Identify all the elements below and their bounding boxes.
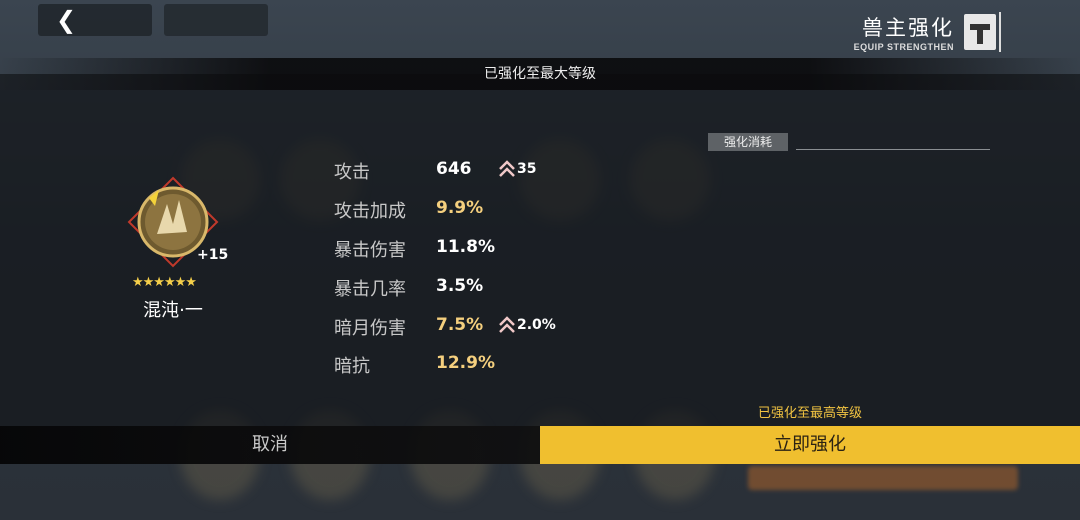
- cost-label: 强化消耗: [708, 133, 788, 151]
- chevron-left-icon[interactable]: ❮: [56, 6, 76, 34]
- page-subtitle: EQUIP STRENGTHEN: [853, 42, 954, 52]
- item-level: +15: [197, 247, 229, 263]
- strengthen-button[interactable]: 立即强化: [540, 426, 1080, 464]
- stat-label: 暴击几率: [334, 279, 406, 300]
- status-banner: 已强化至最大等级: [0, 58, 1080, 90]
- stat-bonus: 35: [497, 159, 536, 179]
- cancel-button[interactable]: 取消: [0, 426, 540, 464]
- stat-value: 9.9%: [436, 198, 484, 218]
- double-chevron-up-icon: [499, 316, 515, 333]
- stat-value: 12.9%: [436, 353, 495, 373]
- stat-value: 646: [436, 159, 472, 179]
- hammer-icon: [964, 14, 996, 50]
- stat-value: 11.8%: [436, 237, 495, 257]
- stat-bonus-value: 2.0%: [517, 317, 556, 333]
- background-blur: [748, 466, 1018, 490]
- stat-value: 7.5%: [436, 315, 484, 335]
- max-level-note: 已强化至最高等级: [757, 406, 862, 421]
- stat-label: 攻击: [334, 162, 370, 183]
- top-tab-button[interactable]: [164, 4, 268, 36]
- double-chevron-up-icon: [499, 160, 515, 177]
- stat-bonus: 2.0%: [497, 315, 556, 335]
- stat-value: 3.5%: [436, 276, 484, 296]
- stat-label: 攻击加成: [334, 201, 406, 222]
- page-title: 兽主强化: [862, 16, 954, 40]
- stat-label: 暗抗: [334, 356, 370, 377]
- item-name: 混沌·一: [143, 300, 203, 321]
- stat-label: 暗月伤害: [334, 318, 406, 339]
- stat-bonus-value: 35: [517, 161, 537, 177]
- divider: [796, 149, 990, 150]
- divider: [999, 12, 1001, 52]
- star-rating: ★★★★★★: [132, 275, 197, 290]
- stat-label: 暴击伤害: [334, 240, 406, 261]
